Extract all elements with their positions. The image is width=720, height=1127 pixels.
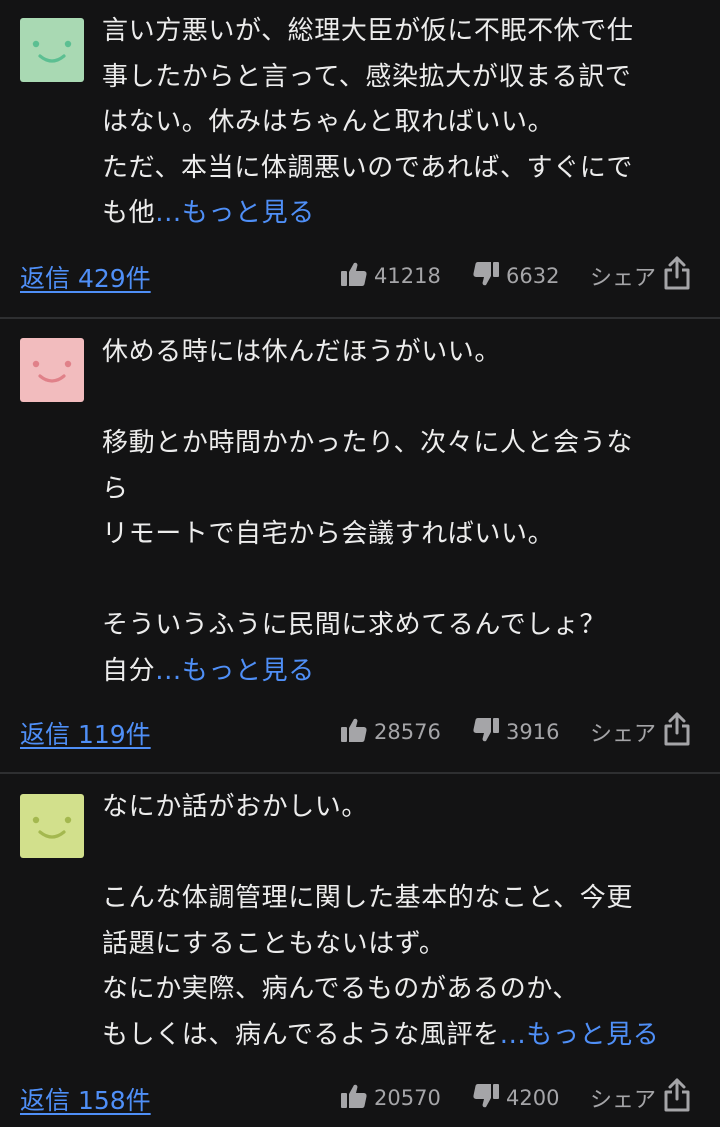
replies-link[interactable]: 返信 158件: [20, 1081, 151, 1117]
comment-line: も他...もっと見る: [102, 191, 702, 237]
comment-line: [102, 376, 702, 422]
dislike-button[interactable]: 6632: [472, 261, 559, 291]
comment-line: 言い方悪いが、総理大臣が仮に不眠不休で仕: [102, 9, 702, 55]
comment-text: 休める時には休んだほうがいい。移動とか時間かかったり、次々に人と会うならリモート…: [102, 330, 702, 694]
comment-line: 移動とか時間かかったり、次々に人と会うな: [102, 421, 702, 467]
comment-line-text: ら: [102, 473, 129, 504]
comment-line-text: こんな体調管理に関した基本的なこと、今更: [102, 883, 633, 913]
comment-line: なにか実際、病んでるものがあるのか、: [102, 967, 702, 1013]
share-icon: [656, 711, 692, 753]
show-more-link[interactable]: ...もっと見る: [155, 198, 315, 228]
thumbs-down-icon: [472, 1083, 506, 1114]
dislike-count: 4200: [506, 1086, 560, 1110]
comment-text: 言い方悪いが、総理大臣が仮に不眠不休で仕 事したからと言って、感染拡大が収まる訳で…: [102, 9, 702, 237]
avatar[interactable]: [20, 794, 84, 858]
thumbs-up-icon: [340, 717, 374, 748]
comment-text: なにか話がおかしい。こんな体調管理に関した基本的なこと、今更 話題にすることもない…: [102, 785, 702, 1058]
comment-line-text: はない。休みはちゃんと取ればいい。: [102, 107, 555, 137]
share-label: シェア: [590, 266, 657, 291]
comment-line-text: もしくは、病んでるような風評を: [102, 1019, 500, 1050]
comment-item: なにか話がおかしい。こんな体調管理に関した基本的なこと、今更 話題にすることもない…: [0, 774, 720, 1127]
smiley-face-icon: [32, 360, 72, 383]
thumbs-up-icon: [340, 1083, 374, 1114]
like-button[interactable]: 20570: [340, 1083, 441, 1113]
comment-line-text: も他: [102, 198, 156, 228]
like-button[interactable]: 28576: [340, 717, 441, 747]
comment-line-text: 言い方悪いが、総理大臣が仮に不眠不休で仕: [102, 16, 634, 46]
share-button[interactable]: シェア: [590, 1077, 692, 1119]
comment-line-text: 自分: [102, 655, 156, 686]
comment-line: 休める時には休んだほうがいい。: [102, 330, 702, 376]
replies-link[interactable]: 返信 429件: [20, 259, 151, 295]
comment-item: 休める時には休んだほうがいい。移動とか時間かかったり、次々に人と会うならリモート…: [0, 319, 720, 774]
share-label: シェア: [590, 1088, 657, 1113]
comment-line-text: なにか話がおかしい。: [102, 792, 369, 822]
avatar[interactable]: [20, 338, 84, 402]
comment-line: 自分...もっと見る: [102, 649, 702, 695]
smiley-face-icon: [32, 40, 72, 63]
like-button[interactable]: 41218: [340, 261, 441, 291]
comment-line-text: ただ、本当に体調悪いのであれば、すぐにで: [102, 152, 633, 183]
comment-line: こんな体調管理に関した基本的なこと、今更: [102, 876, 702, 922]
share-icon: [656, 1077, 692, 1119]
dislike-count: 6632: [506, 264, 560, 288]
comment-line: 事したからと言って、感染拡大が収まる訳で: [102, 55, 702, 101]
avatar[interactable]: [20, 18, 84, 82]
comment-footer: 返信 158件 20570 4200 シェア: [0, 1077, 720, 1119]
comment-line: [102, 831, 702, 877]
share-icon: [656, 255, 692, 297]
comment-line: もしくは、病んでるような風評を...もっと見る: [102, 1013, 702, 1059]
like-count: 41218: [374, 264, 441, 288]
comment-footer: 返信 429件 41218 6632 シェア: [0, 255, 720, 297]
thumbs-up-icon: [340, 261, 374, 292]
comment-line: はない。休みはちゃんと取ればいい。: [102, 100, 702, 146]
replies-link[interactable]: 返信 119件: [20, 715, 151, 751]
share-button[interactable]: シェア: [590, 711, 692, 753]
comment-line: そういうふうに民間に求めてるんでしょ？: [102, 603, 702, 649]
comment-footer: 返信 119件 28576 3916 シェア: [0, 711, 720, 753]
like-count: 28576: [374, 720, 441, 744]
comment-line: ら: [102, 467, 702, 513]
dislike-button[interactable]: 4200: [472, 1083, 559, 1113]
comment-line: [102, 558, 702, 604]
comment-line: リモートで自宅から会議すればいい。: [102, 512, 702, 558]
comment-line-text: 事したからと言って、感染拡大が収まる訳で: [102, 61, 632, 92]
comment-line-text: 話題にすることもないはず。: [102, 928, 446, 959]
comment-line-text: リモートで自宅から会議すればいい。: [102, 519, 555, 549]
smiley-face-icon: [32, 816, 72, 839]
thumbs-down-icon: [472, 261, 506, 292]
comment-line-text: そういうふうに民間に求めてるんでしょ？: [102, 610, 607, 640]
show-more-link[interactable]: ...もっと見る: [155, 656, 315, 686]
comment-line-text: 休める時には休んだほうがいい。: [102, 337, 502, 367]
share-button[interactable]: シェア: [590, 255, 692, 297]
dislike-count: 3916: [506, 720, 560, 744]
comment-line-text: 移動とか時間かかったり、次々に人と会うな: [102, 428, 633, 458]
like-count: 20570: [374, 1086, 441, 1110]
comment-line: 話題にすることもないはず。: [102, 922, 702, 968]
comment-line: なにか話がおかしい。: [102, 785, 702, 831]
comment-item: 言い方悪いが、総理大臣が仮に不眠不休で仕 事したからと言って、感染拡大が収まる訳で…: [0, 0, 720, 318]
share-label: シェア: [590, 722, 657, 747]
thumbs-down-icon: [472, 717, 506, 748]
show-more-link[interactable]: ...もっと見る: [500, 1020, 660, 1050]
comment-line: ただ、本当に体調悪いのであれば、すぐにで: [102, 146, 702, 192]
dislike-button[interactable]: 3916: [472, 717, 559, 747]
comment-line-text: なにか実際、病んでるものがあるのか、: [102, 974, 579, 1004]
